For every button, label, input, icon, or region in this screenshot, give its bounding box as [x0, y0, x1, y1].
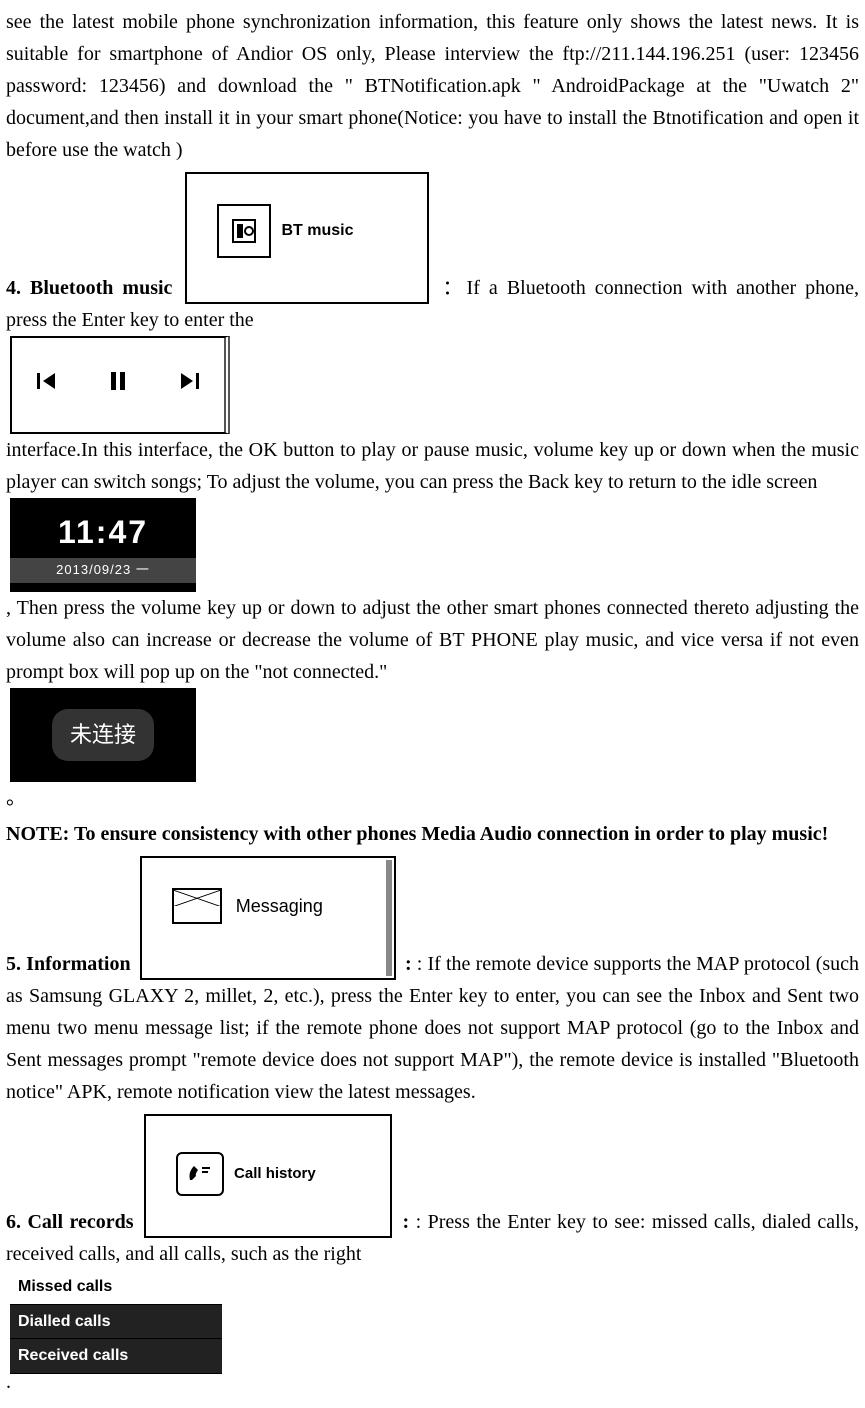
section-6: 6. Call records Call history : : Press t…	[6, 1114, 859, 1398]
section-6-title: 6. Call records	[6, 1211, 134, 1233]
call-list-row-dialled: Dialled calls	[10, 1305, 222, 1340]
section-4-text-c: , Then press the volume key up or down t…	[6, 597, 859, 683]
pause-icon	[106, 363, 130, 408]
call-list-row-missed: Missed calls	[10, 1270, 222, 1305]
messaging-label: Messaging	[236, 892, 323, 921]
section-4-title: 4. Bluetooth music	[6, 277, 172, 299]
clock-screenshot: 11:47 2013/09/23 一	[10, 498, 196, 592]
call-list-screenshot: Missed calls Dialled calls Received call…	[10, 1270, 222, 1366]
section-4: 4. Bluetooth music BT music ：If a Blueto…	[6, 172, 859, 814]
call-history-icon	[176, 1152, 224, 1196]
section-4-text-end: 。	[6, 787, 26, 809]
section-4-text-b: interface.In this interface, the OK butt…	[6, 439, 859, 493]
music-icon	[217, 204, 271, 258]
section-4-note: NOTE: To ensure consistency with other p…	[6, 818, 859, 850]
bt-music-screenshot: BT music	[185, 172, 429, 304]
bt-music-label: BT music	[281, 218, 353, 244]
messaging-screenshot: Messaging	[140, 856, 396, 980]
call-list-row-received: Received calls	[10, 1339, 222, 1374]
call-history-screenshot: Call history	[144, 1114, 392, 1238]
section-5: 5. Information Messaging : : If the remo…	[6, 856, 859, 1108]
next-icon	[177, 363, 201, 408]
section-6-text-end: .	[6, 1371, 11, 1393]
not-connected-label: 未连接	[52, 709, 154, 760]
intro-text: see the latest mobile phone synchronizat…	[6, 6, 859, 166]
section-6-text-a: : Press the Enter key to see: missed cal…	[6, 1211, 859, 1265]
clock-time: 11:47	[10, 507, 196, 558]
clock-date: 2013/09/23 一	[10, 558, 196, 583]
section-5-title: 5. Information	[6, 953, 131, 975]
section-5-text: : If the remote device supports the MAP …	[6, 953, 859, 1103]
not-connected-screenshot: 未连接	[10, 688, 196, 782]
prev-icon	[35, 363, 59, 408]
envelope-icon	[172, 888, 222, 924]
call-history-label: Call history	[234, 1162, 316, 1186]
player-screenshot	[10, 336, 230, 434]
